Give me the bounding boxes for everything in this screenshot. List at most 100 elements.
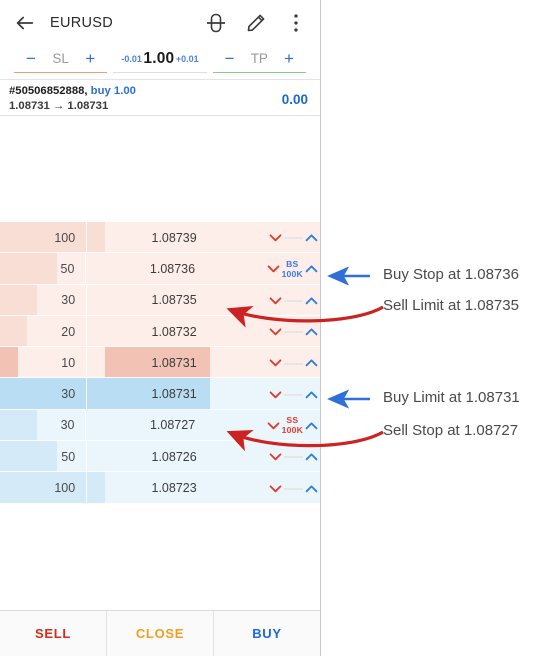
tp-label: TP (250, 51, 268, 66)
sell-button[interactable]: SELL (0, 611, 106, 656)
book-row[interactable]: 100 1.08723 (0, 472, 320, 504)
volume-step-down[interactable]: -0.01 (121, 54, 142, 64)
book-volume: 100 (0, 222, 88, 254)
book-row[interactable]: 50 1.08736 BS 100K (0, 253, 320, 285)
volume-control[interactable]: -0.01 1.00 +0.01 (113, 45, 207, 73)
stop-loss-control[interactable]: − SL + (14, 45, 108, 73)
buy-button[interactable]: BUY (213, 611, 320, 656)
book-price-cell: 1.08732 (87, 316, 261, 347)
annotation-label: Sell Stop at 1.08727 (383, 422, 519, 439)
volume-value[interactable]: 1.00 (143, 50, 174, 68)
sell-chevron-down-icon[interactable] (265, 417, 282, 434)
order-placeholder-dash (284, 327, 303, 337)
sell-chevron-down-icon[interactable] (267, 354, 284, 371)
sell-chevron-down-icon[interactable] (267, 448, 284, 465)
pending-order-badge[interactable]: SS 100K (282, 415, 303, 435)
sl-increment-button[interactable]: + (81, 50, 99, 67)
annotation-label: Buy Stop at 1.08736 (383, 266, 519, 283)
placeholder-dash-icon (284, 393, 303, 396)
book-row-actions: BS 100K (259, 253, 320, 284)
book-row-actions (261, 378, 320, 409)
book-row-actions (261, 347, 320, 378)
book-price: 1.08723 (151, 481, 197, 496)
row-divider (0, 502, 320, 504)
buy-chevron-up-icon[interactable] (303, 480, 320, 497)
book-price: 1.08726 (151, 449, 197, 464)
buy-chevron-up-icon[interactable] (303, 292, 320, 309)
book-price-cell: 1.08731 (87, 347, 261, 378)
take-profit-control[interactable]: − TP + (212, 45, 306, 73)
book-row[interactable]: 50 1.08726 (0, 441, 320, 473)
close-button[interactable]: CLOSE (106, 611, 213, 656)
order-placeholder-dash (284, 452, 303, 462)
sell-chevron-down-icon[interactable] (267, 323, 284, 340)
sell-chevron-down-icon[interactable] (265, 260, 282, 277)
pencil-icon[interactable] (244, 11, 268, 35)
book-row[interactable]: 30 1.08731 (0, 378, 320, 410)
sl-decrement-button[interactable]: − (22, 50, 40, 67)
placeholder-dash-icon (284, 331, 303, 334)
book-row-actions (261, 441, 320, 472)
book-price-cell: 1.08731 (87, 378, 261, 409)
buy-chevron-up-icon[interactable] (303, 260, 320, 277)
volume-step-up[interactable]: +0.01 (176, 54, 199, 64)
page-title: EURUSD (50, 14, 114, 31)
tp-increment-button[interactable]: + (280, 50, 298, 67)
buy-chevron-up-icon[interactable] (303, 386, 320, 403)
order-placeholder-dash (284, 389, 303, 399)
book-price-cell: 1.08736 (86, 253, 258, 284)
trade-action-bar: SELL CLOSE BUY (0, 610, 320, 656)
depth-of-market-book: 100 1.08739 50 1.08736 BS 100K 30 1.08735 20 1.0… (0, 222, 320, 504)
book-row-actions: SS 100K (259, 410, 320, 441)
book-row[interactable]: 30 1.08727 SS 100K (0, 409, 320, 442)
book-price: 1.08727 (149, 418, 196, 433)
buy-chevron-up-icon[interactable] (303, 448, 320, 465)
buy-chevron-up-icon[interactable] (303, 354, 320, 371)
buy-chevron-up-icon[interactable] (303, 323, 320, 340)
position-details: #50506852888, buy 1.00 1.08731 → 1.08731 (9, 84, 136, 115)
placeholder-dash-icon (284, 299, 303, 302)
book-price-cell: 1.08735 (87, 285, 261, 316)
buy-chevron-up-icon[interactable] (303, 417, 320, 434)
book-price-cell: 1.08723 (87, 472, 261, 503)
open-position-row[interactable]: #50506852888, buy 1.00 1.08731 → 1.08731… (0, 80, 320, 116)
book-price: 1.08739 (151, 230, 197, 245)
position-profit: 0.00 (281, 91, 308, 107)
book-row[interactable]: 20 1.08732 (0, 315, 320, 348)
book-price: 1.08735 (151, 293, 197, 308)
position-ticket: #50506852888, (9, 84, 88, 97)
depth-of-market-icon[interactable] (204, 11, 228, 35)
book-price: 1.08731 (151, 355, 197, 370)
book-row[interactable]: 10 1.08731 (0, 347, 320, 379)
phone-panel: EURUSD − SL + -0.01 1.00 +0.01 − TP + #5… (0, 0, 321, 656)
placeholder-dash-icon (284, 456, 303, 459)
book-price: 1.08731 (151, 387, 197, 402)
book-price-cell: 1.08727 (86, 410, 258, 441)
tp-decrement-button[interactable]: − (221, 50, 239, 67)
book-row-actions (261, 316, 320, 347)
more-vertical-icon[interactable] (284, 11, 308, 35)
buy-chevron-up-icon[interactable] (303, 229, 320, 246)
arrow-left-icon[interactable] (14, 12, 36, 34)
placeholder-dash-icon (284, 362, 303, 365)
pending-order-badge[interactable]: BS 100K (282, 259, 303, 279)
book-volume: 20 (0, 315, 88, 348)
order-placeholder-dash (284, 295, 303, 305)
placeholder-dash-icon (284, 237, 303, 240)
app-bar: EURUSD (0, 0, 320, 45)
book-row[interactable]: 30 1.08735 (0, 284, 320, 316)
book-volume: 30 (0, 409, 87, 442)
book-volume: 100 (0, 472, 88, 504)
order-placeholder-dash (284, 233, 303, 243)
sell-chevron-down-icon[interactable] (267, 292, 284, 309)
position-prices: 1.08731 → 1.08731 (9, 100, 109, 112)
sell-chevron-down-icon[interactable] (267, 386, 284, 403)
book-row[interactable]: 100 1.08739 (0, 222, 320, 254)
sell-chevron-down-icon[interactable] (267, 229, 284, 246)
book-price-cell: 1.08739 (87, 222, 261, 253)
sell-chevron-down-icon[interactable] (267, 480, 284, 497)
placeholder-dash-icon (284, 487, 303, 490)
annotation-label: Buy Limit at 1.08731 (383, 389, 520, 406)
order-placeholder-dash (284, 483, 303, 493)
book-volume: 30 (0, 378, 88, 410)
